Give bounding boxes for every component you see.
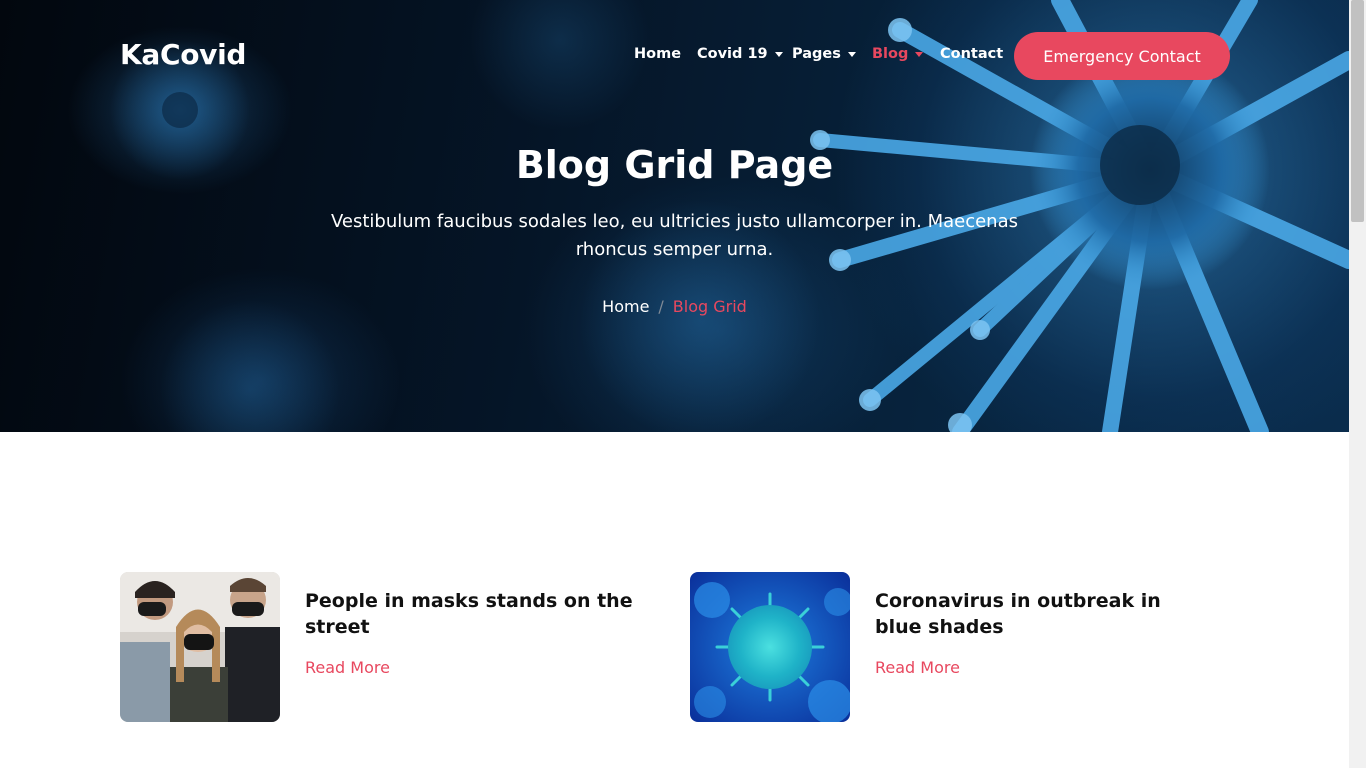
- chevron-down-icon: [774, 51, 783, 57]
- read-more-link[interactable]: Read More: [305, 658, 390, 677]
- chevron-down-icon: [915, 51, 924, 57]
- page-title: Blog Grid Page: [515, 143, 834, 187]
- chevron-down-icon: [847, 51, 856, 57]
- post-title-link[interactable]: Coronavirus in outbreak in blue shades: [875, 588, 1205, 640]
- site-logo[interactable]: KaCovid: [120, 38, 246, 71]
- breadcrumb-separator: /: [658, 297, 664, 316]
- nav-covid19-label: Covid 19: [697, 46, 768, 62]
- nav-blog[interactable]: Blog: [872, 46, 924, 62]
- breadcrumb-current: Blog Grid: [672, 297, 747, 316]
- blog-post-card: Coronavirus in outbreak in blue shades R…: [690, 572, 1210, 722]
- hero-banner: KaCovid Home Covid 19 Pages Blog Contact…: [0, 0, 1349, 432]
- nav-pages[interactable]: Pages: [792, 46, 856, 62]
- emergency-contact-button[interactable]: Emergency Contact: [1014, 32, 1230, 80]
- blue-virus-image: [690, 572, 850, 722]
- page-subtitle: Vestibulum faucibus sodales leo, eu ultr…: [331, 211, 1018, 260]
- post-thumbnail-people-in-masks[interactable]: [120, 572, 280, 722]
- blog-post-card: People in masks stands on the street Rea…: [120, 572, 640, 722]
- breadcrumb: Home / Blog Grid: [0, 297, 1349, 316]
- post-thumbnail-blue-virus[interactable]: [690, 572, 850, 722]
- post-title-link[interactable]: People in masks stands on the street: [305, 588, 635, 640]
- people-in-masks-image: [120, 572, 280, 722]
- nav-contact[interactable]: Contact: [940, 46, 1003, 62]
- nav-pages-label: Pages: [792, 46, 841, 62]
- nav-home[interactable]: Home: [634, 46, 681, 62]
- nav-blog-label: Blog: [872, 46, 909, 62]
- nav-covid19[interactable]: Covid 19: [697, 46, 783, 62]
- read-more-link[interactable]: Read More: [875, 658, 960, 677]
- breadcrumb-home-link[interactable]: Home: [602, 297, 649, 316]
- scrollbar-thumb[interactable]: [1351, 0, 1364, 222]
- nav-contact-label: Contact: [940, 46, 1004, 62]
- nav-home-label: Home: [634, 46, 682, 62]
